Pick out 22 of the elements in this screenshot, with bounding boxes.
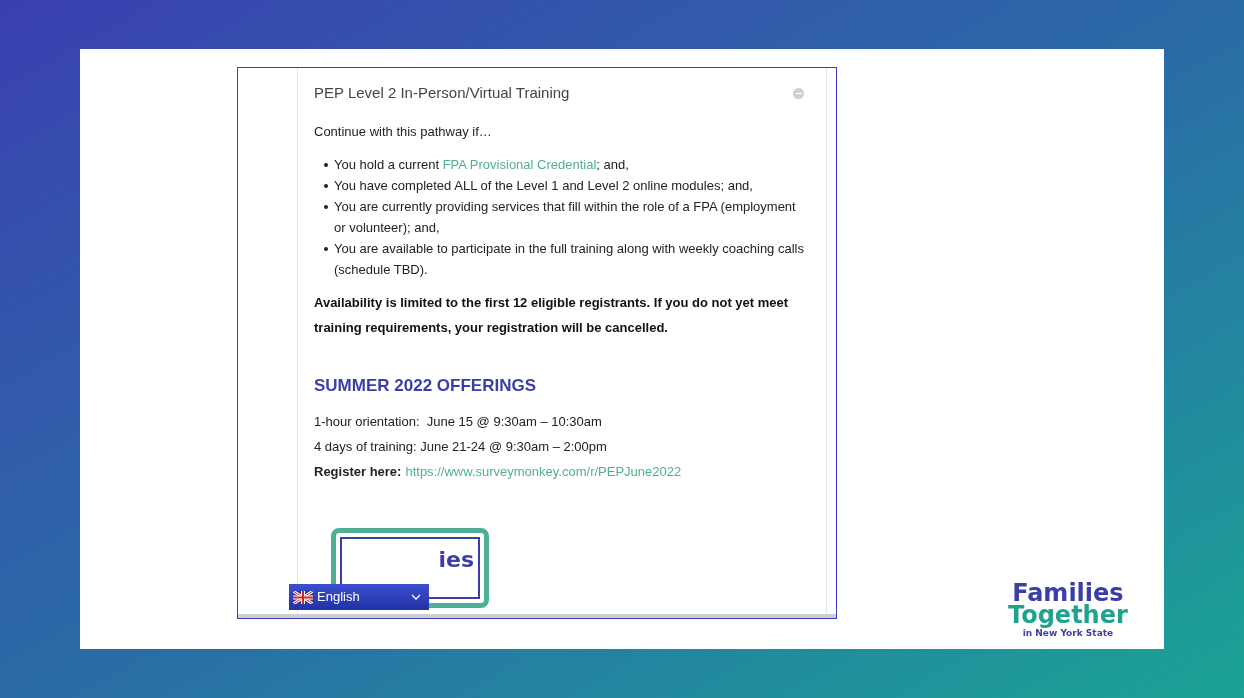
intro-text: Continue with this pathway if… (314, 122, 493, 141)
schedule-line: 4 days of training: June 21-24 @ 9:30am – 2:00pm (314, 437, 608, 456)
notice-text: Availability is limited to the first 12 eligible registrants. If you do not yet meet training requirements, your registration will be cancelled. (314, 294, 790, 337)
schedule-line: 1-hour orientation: June 15 @ 9:30am – 10:30am (314, 412, 603, 431)
chevron-down-icon (411, 594, 421, 600)
accordion-title[interactable]: PEP Level 2 In-Person/Virtual Training (314, 82, 570, 105)
section-heading: SUMMER 2022 OFFERINGS (314, 375, 537, 397)
logo-subtitle: in New York State (1022, 629, 1114, 638)
logo-title: Families (1012, 581, 1124, 605)
bullet-text: You have completed ALL of the Level 1 and Level 2 online modules; and, (334, 177, 754, 195)
logo-text: ies (438, 548, 474, 574)
bullet-icon (324, 205, 328, 209)
bullet-text: You are currently providing services that fill within the role of a FPA (employment or volunteer); and, (334, 198, 797, 237)
language-selector[interactable]: English (289, 584, 429, 610)
bullet-text: You are available to participate in the full training along with weekly coaching calls (schedule TBD). (334, 240, 804, 279)
bullet-icon (324, 163, 328, 167)
bullet-text: You hold a current FPA Provisional Credential; and, (334, 156, 630, 174)
register-label: Register here: (314, 462, 402, 481)
collapse-icon[interactable] (793, 87, 804, 99)
flag-icon (293, 590, 313, 604)
bullet-icon (324, 184, 328, 188)
bullet-icon (324, 247, 328, 251)
